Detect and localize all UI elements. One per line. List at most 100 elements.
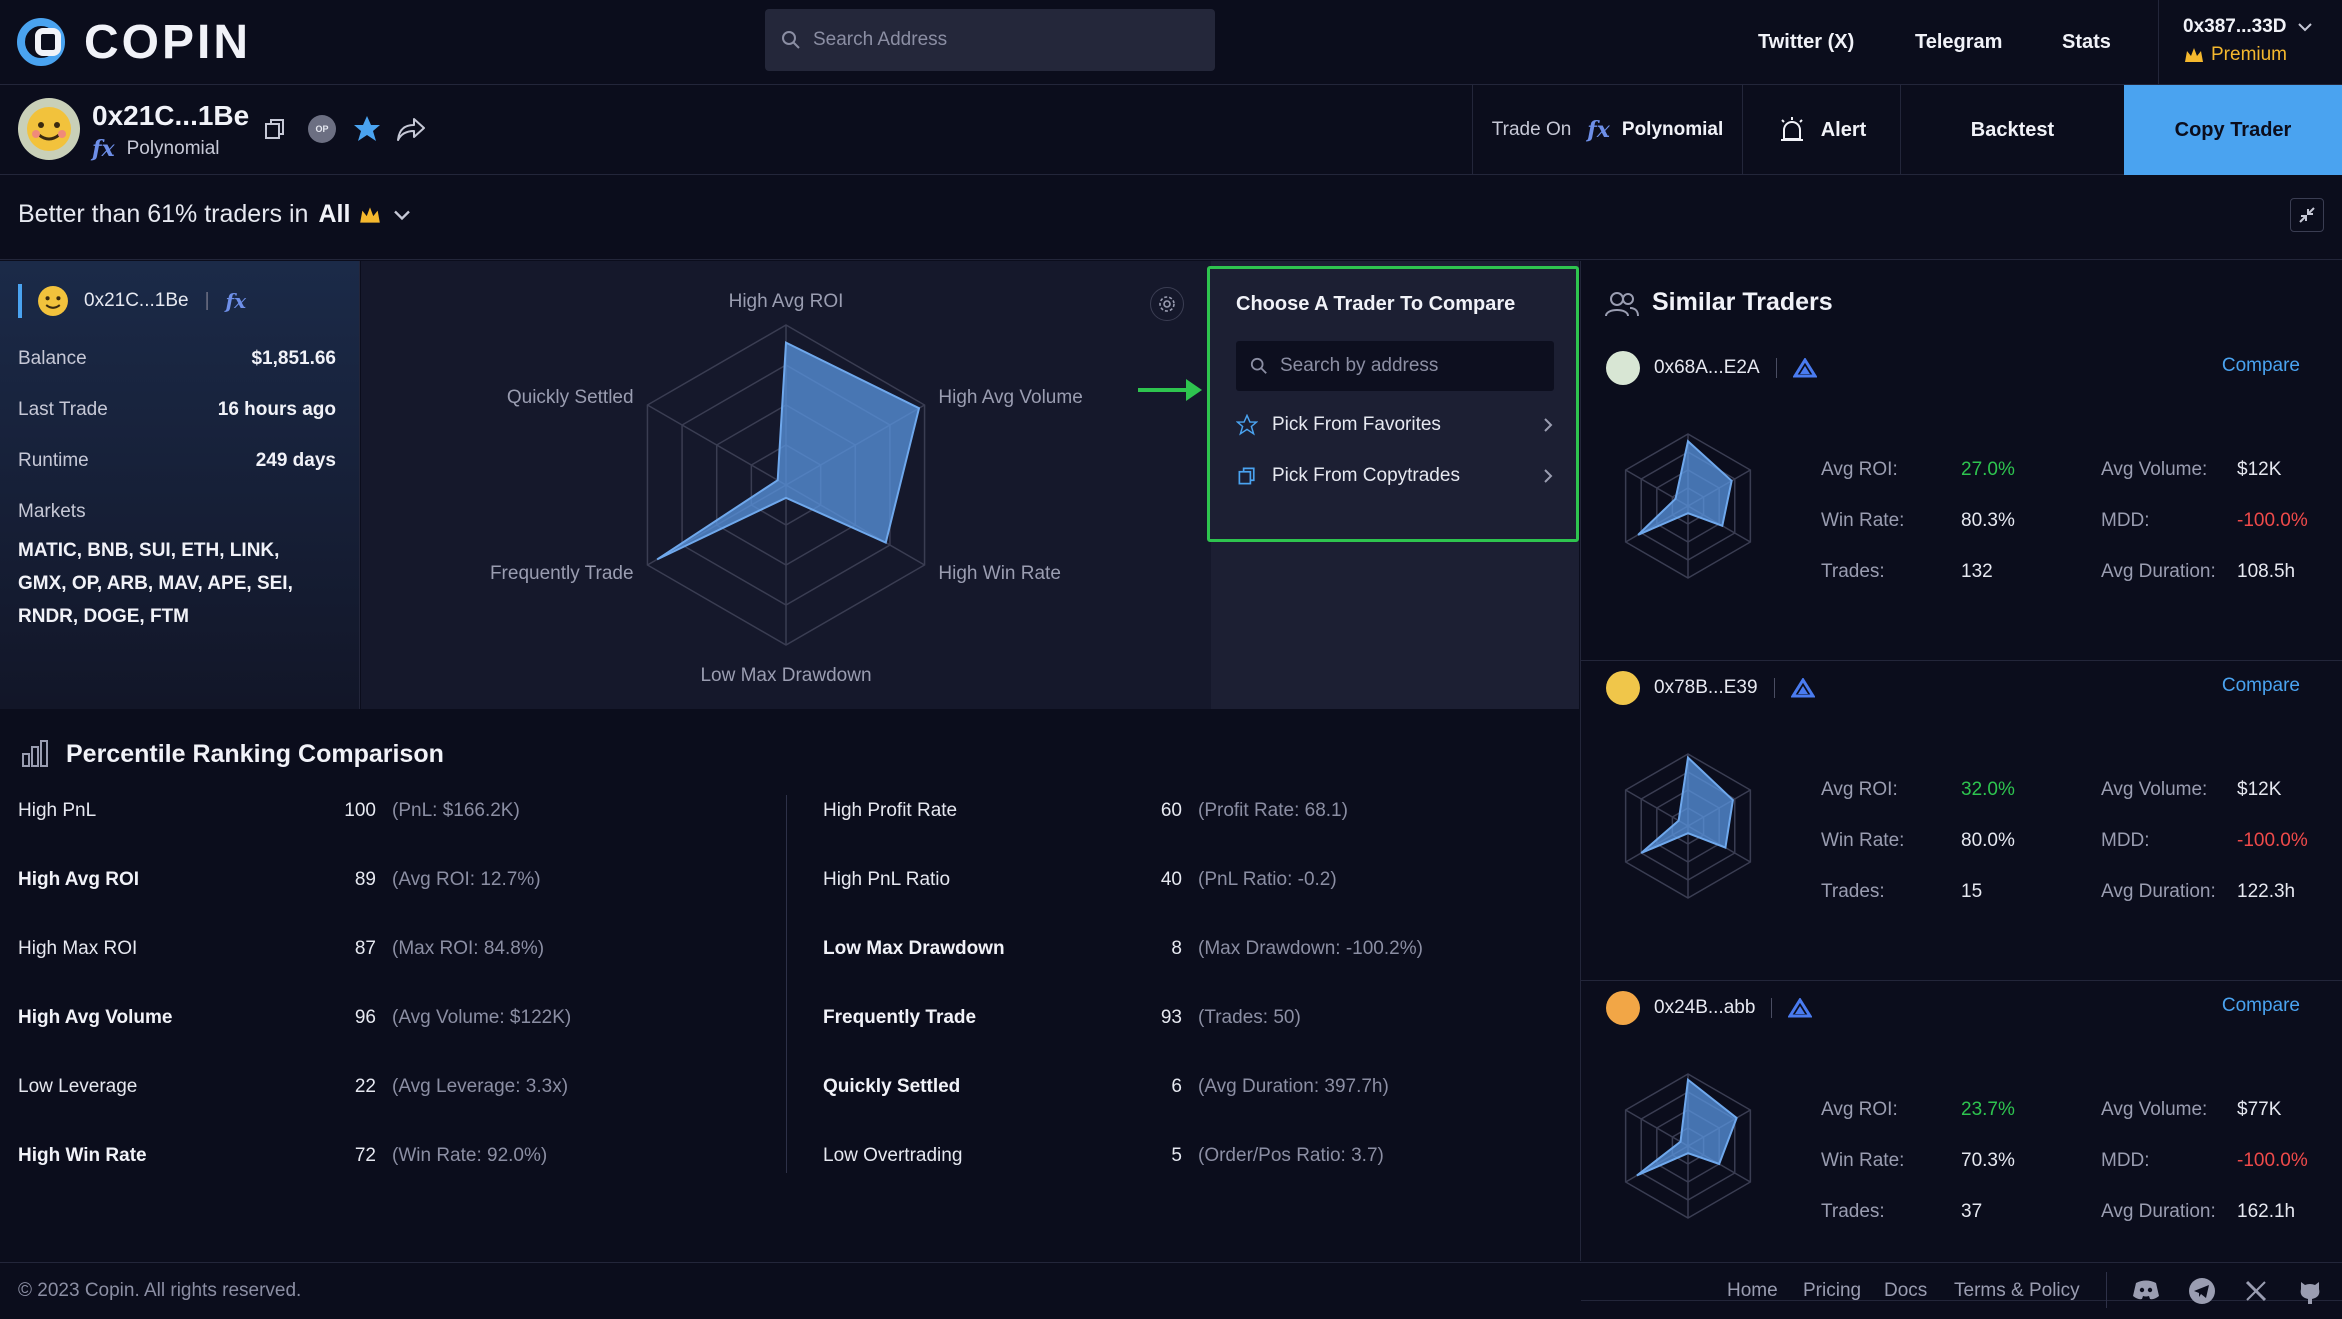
- chevron-right-icon: [1544, 469, 1553, 483]
- similar-traders-title: Similar Traders: [1652, 288, 1833, 316]
- last-trade-label: Last Trade: [18, 399, 108, 420]
- radar-axis-label: Frequently Trade: [490, 563, 634, 584]
- mdd-value: -100.0%: [2237, 830, 2308, 851]
- footer-link-home[interactable]: Home: [1727, 1280, 1778, 1302]
- protocol-name: Polynomial: [126, 138, 220, 159]
- chevron-down-icon: [2297, 23, 2312, 32]
- telegram-icon[interactable]: [2188, 1277, 2216, 1305]
- radar-settings-button[interactable]: [1150, 287, 1184, 321]
- protocol-triangle-icon: [1792, 358, 1817, 378]
- copy-icon: [1238, 467, 1255, 485]
- separator: [1773, 678, 1775, 698]
- collapse-button[interactable]: [2290, 198, 2324, 232]
- pick-copytrades[interactable]: Pick From Copytrades: [1236, 456, 1554, 496]
- percentile-detail: (Profit Rate: 68.1): [1198, 800, 1348, 821]
- percentile-detail: (Win Rate: 92.0%): [392, 1145, 548, 1166]
- copy-trader-button[interactable]: Copy Trader: [2124, 85, 2342, 175]
- percentile-score: 40: [1160, 869, 1182, 890]
- roi-value: 23.7%: [1961, 1099, 2015, 1120]
- compare-button[interactable]: Compare: [2222, 995, 2300, 1017]
- footer-link-pricing[interactable]: Pricing: [1803, 1280, 1861, 1302]
- crown-icon: [2185, 48, 2203, 62]
- radar-axis-label: Low Max Drawdown: [700, 665, 871, 686]
- percentile-title: Percentile Ranking Comparison: [66, 740, 444, 768]
- percentile-score: 8: [1171, 938, 1182, 959]
- chevron-right-icon: [1544, 418, 1553, 432]
- chevron-down-icon: [394, 210, 411, 220]
- percentile-detail: (Max ROI: 84.8%): [392, 938, 545, 959]
- alert-button[interactable]: Alert: [1742, 85, 1900, 175]
- radar-value-shape: [656, 341, 921, 561]
- trader-info-card: [0, 261, 360, 709]
- trades-value: 37: [1961, 1201, 1983, 1222]
- copy-icon[interactable]: [262, 116, 288, 142]
- duration-label: Avg Duration:: [2101, 881, 2216, 902]
- x-twitter-icon[interactable]: [2244, 1279, 2268, 1303]
- footer-link-docs[interactable]: Docs: [1884, 1280, 1927, 1302]
- github-icon[interactable]: [2296, 1277, 2324, 1305]
- duration-label: Avg Duration:: [2101, 561, 2216, 582]
- compare-button[interactable]: Compare: [2222, 355, 2300, 377]
- protocol-triangle-icon: [1790, 678, 1815, 698]
- backtest-button[interactable]: Backtest: [1900, 85, 2124, 175]
- percentile-metric-name: Low Overtrading: [823, 1145, 963, 1166]
- trader-avatar: [1606, 671, 1640, 705]
- runtime-value: 249 days: [255, 450, 336, 471]
- percentile-detail: (PnL Ratio: -0.2): [1198, 869, 1337, 890]
- separator: [1775, 358, 1777, 378]
- collapse-icon: [2299, 207, 2315, 223]
- similar-radar-chart: [1624, 433, 1752, 579]
- duration-value: 108.5h: [2237, 561, 2296, 582]
- mdd-label: MDD:: [2101, 830, 2150, 851]
- discord-icon[interactable]: [2132, 1279, 2160, 1301]
- footer-link-terms[interactable]: Terms & Policy: [1954, 1280, 2080, 1302]
- last-trade-row: Last Trade 16 hours ago: [18, 399, 336, 421]
- share-icon[interactable]: [396, 116, 426, 142]
- search-input[interactable]: [813, 29, 1193, 51]
- mdd-value: -100.0%: [2237, 1150, 2308, 1171]
- address-search[interactable]: [765, 9, 1215, 71]
- copin-logo[interactable]: COPIN: [16, 14, 251, 70]
- footer-divider: [2106, 1272, 2107, 1308]
- percentile-score: 5: [1171, 1145, 1182, 1166]
- users-icon: [1605, 292, 1639, 317]
- stats-link[interactable]: Stats: [2062, 0, 2111, 85]
- rank-summary[interactable]: Better than 61% traders in All: [18, 200, 412, 229]
- markets-line: GMX, OP, ARB, MAV, APE, SEI,: [18, 573, 293, 594]
- search-icon: [782, 31, 800, 49]
- percentile-score: 22: [354, 1076, 376, 1097]
- volume-label: Avg Volume:: [2101, 459, 2208, 480]
- star-icon[interactable]: [352, 114, 382, 144]
- premium-label: Premium: [2211, 44, 2288, 65]
- percentile-metric-name: High Profit Rate: [823, 800, 958, 821]
- compare-search-input[interactable]: [1280, 355, 1540, 377]
- twitter-link[interactable]: Twitter (X): [1758, 0, 1854, 85]
- account-menu[interactable]: 0x387...33D Premium: [2158, 0, 2342, 85]
- volume-value: $77K: [2237, 1099, 2282, 1120]
- radar-chart: High Avg ROI High Avg Volume High Win Rate…: [490, 291, 1083, 686]
- pick-favorites[interactable]: Pick From Favorites: [1236, 405, 1554, 445]
- trades-label: Trades:: [1821, 1201, 1885, 1222]
- percentile-score: 60: [1160, 800, 1182, 821]
- percentile-detail: (Avg ROI: 12.7%): [392, 869, 541, 890]
- roi-label: Avg ROI:: [1821, 779, 1898, 800]
- percentile-detail: (Avg Leverage: 3.3x): [392, 1076, 569, 1097]
- similar-trader-address: 0x68A...E2A: [1654, 357, 1760, 378]
- polynomial-icon: fx: [1587, 117, 1610, 143]
- percentile-metric-name: Low Max Drawdown: [823, 938, 1005, 959]
- radar-axis-label: Quickly Settled: [507, 387, 634, 408]
- alert-label: Alert: [1820, 118, 1867, 141]
- trade-on-button[interactable]: Trade On fx Polynomial: [1472, 85, 1742, 175]
- runtime-label: Runtime: [18, 450, 89, 471]
- volume-label: Avg Volume:: [2101, 779, 2208, 800]
- percentile-metric-name: High Win Rate: [18, 1145, 147, 1166]
- search-icon: [1250, 357, 1267, 374]
- mdd-label: MDD:: [2101, 510, 2150, 531]
- star-outline-icon: [1236, 414, 1258, 436]
- compare-search[interactable]: [1236, 341, 1554, 391]
- rank-prefix: Better than 61% traders in: [18, 200, 309, 228]
- roi-value: 32.0%: [1961, 779, 2015, 800]
- compare-button[interactable]: Compare: [2222, 675, 2300, 697]
- telegram-link[interactable]: Telegram: [1915, 0, 2002, 85]
- similar-radar-chart: [1624, 1073, 1752, 1219]
